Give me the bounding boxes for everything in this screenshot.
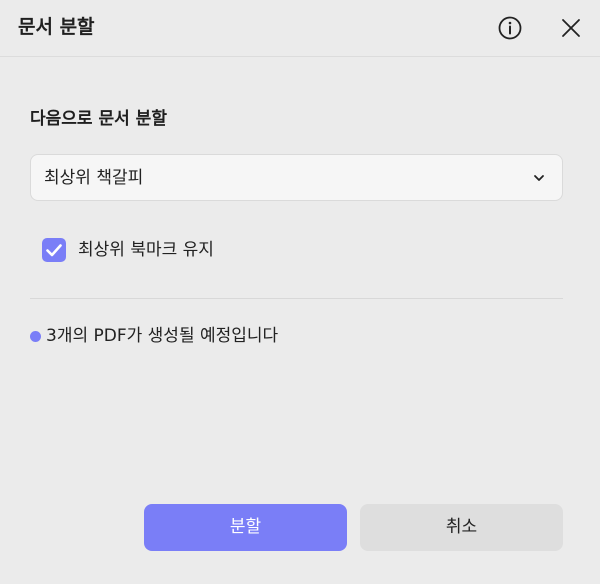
split-document-dialog: 문서 분할 다음으로 문서 분할 최상위 책갈피 최상위 북마크 유지 3개의 … xyxy=(0,0,600,584)
split-button[interactable]: 분할 xyxy=(144,504,347,551)
divider xyxy=(30,298,563,299)
dialog-title: 문서 분할 xyxy=(18,16,95,38)
keep-bookmarks-checkbox[interactable] xyxy=(42,238,66,262)
split-method-value: 최상위 책갈피 xyxy=(44,168,144,188)
cancel-button[interactable]: 취소 xyxy=(360,504,563,551)
split-method-dropdown[interactable]: 최상위 책갈피 xyxy=(30,154,563,201)
keep-bookmarks-label: 최상위 북마크 유지 xyxy=(78,240,214,260)
close-icon xyxy=(562,19,580,37)
result-info-text: 3개의 PDF가 생성될 예정입니다 xyxy=(46,326,279,346)
info-icon xyxy=(498,16,522,40)
close-button[interactable] xyxy=(558,15,584,41)
bullet-dot-icon xyxy=(30,331,41,342)
checkmark-icon xyxy=(46,244,62,257)
dialog-header: 문서 분할 xyxy=(0,0,600,57)
split-by-label: 다음으로 문서 분할 xyxy=(30,109,167,129)
chevron-down-icon xyxy=(534,175,544,181)
info-button[interactable] xyxy=(497,15,523,41)
